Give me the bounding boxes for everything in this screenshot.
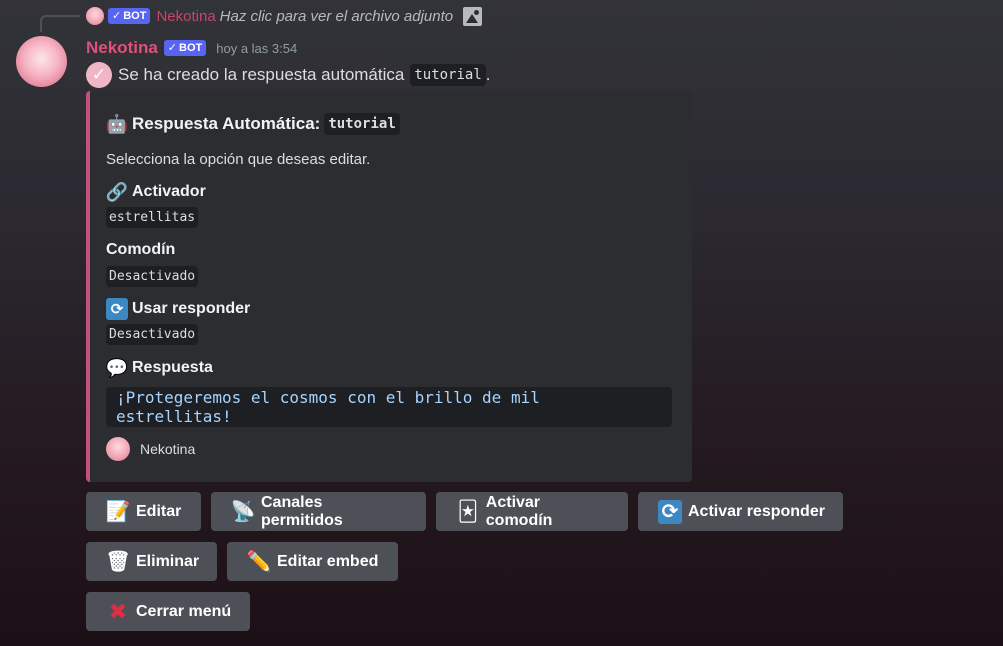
- repeat-icon: ⟳: [106, 298, 128, 320]
- response-code-block: ¡Protegeremos el cosmos con el brillo de…: [106, 387, 672, 427]
- reply-text[interactable]: Haz clic para ver el archivo adjunto: [220, 8, 453, 25]
- satellite-antenna-icon: 📡: [230, 500, 256, 523]
- field-value-activador: estrellitas: [106, 207, 199, 228]
- button-label: Eliminar: [136, 552, 200, 570]
- memo-icon: 📝: [105, 500, 131, 523]
- button-label: Activar responder: [688, 502, 825, 520]
- reply-bot-tag: ✓ BOT: [108, 8, 151, 24]
- message-code: tutorial: [410, 64, 486, 86]
- author-name[interactable]: Nekotina: [86, 38, 158, 58]
- reply-author[interactable]: Nekotina: [156, 8, 215, 25]
- author-avatar[interactable]: [16, 36, 67, 87]
- reply-avatar[interactable]: [86, 7, 104, 25]
- button-label: Editar embed: [277, 552, 379, 570]
- bot-tag-label: BOT: [179, 42, 203, 54]
- image-icon: [463, 6, 483, 26]
- field-value-comodin: Desactivado: [106, 266, 199, 287]
- footer-text: Nekotina: [140, 441, 196, 457]
- delete-button[interactable]: 🗑 Eliminar: [86, 542, 217, 581]
- activate-wildcard-button[interactable]: 🃏 Activar comodín: [436, 492, 628, 531]
- field-name-respuesta: 💬 Respuesta: [106, 357, 213, 379]
- wastebasket-icon: 🗑: [105, 550, 131, 573]
- embed-footer: Nekotina: [106, 437, 195, 461]
- embed: 🤖 Respuesta Automática: tutorial Selecci…: [86, 91, 692, 482]
- verified-check-icon: ✓: [167, 42, 178, 54]
- activate-reply-button[interactable]: ⟳ Activar responder: [638, 492, 843, 531]
- field-label: Usar responder: [132, 300, 251, 317]
- embed-title-text: Respuesta Automática:: [132, 114, 321, 133]
- message-header: Nekotina ✓ BOT hoy a las 3:54: [86, 37, 297, 59]
- reply-connector: [40, 15, 80, 32]
- repeat-icon: ⟳: [658, 499, 682, 524]
- embed-description: Selecciona la opción que deseas editar.: [106, 151, 371, 168]
- reply-reference[interactable]: ✓ BOT Nekotina Haz clic para ver el archi…: [86, 6, 483, 26]
- allowed-channels-button[interactable]: 📡 Canales permitidos: [211, 492, 426, 531]
- field-label: Activador: [132, 183, 206, 200]
- button-label: Activar comodín: [485, 493, 553, 529]
- reply-bot-tag-label: BOT: [123, 10, 147, 22]
- check-mark-icon: ✓: [86, 62, 112, 88]
- field-value-code: Desactivado: [106, 324, 199, 345]
- field-value-code: Desactivado: [106, 266, 199, 287]
- field-value-code: estrellitas: [106, 207, 199, 228]
- link-icon: 🔗: [105, 182, 129, 202]
- edit-embed-button[interactable]: ✏️ Editar embed: [227, 542, 398, 581]
- joker-card-icon: 🃏: [457, 500, 479, 523]
- embed-title-code: tutorial: [324, 113, 400, 135]
- message-text: Se ha creado la respuesta automática: [118, 65, 405, 84]
- close-menu-button[interactable]: ✖ Cerrar menú: [86, 592, 250, 631]
- field-name-activador: 🔗 Activador: [106, 181, 206, 203]
- message-content: ✓ Se ha creado la respuesta automática t…: [86, 62, 491, 88]
- edit-button[interactable]: 📝 Editar: [86, 492, 201, 531]
- button-label: Editar: [136, 502, 182, 520]
- field-label: Respuesta: [132, 359, 213, 376]
- field-label: Comodín: [106, 241, 176, 258]
- speech-bubble-icon: 💬: [105, 358, 129, 378]
- message-timestamp[interactable]: hoy a las 3:54: [216, 41, 297, 56]
- cross-mark-icon: ✖: [108, 598, 128, 624]
- robot-icon: 🤖: [105, 114, 129, 134]
- button-label: Cerrar menú: [136, 602, 232, 620]
- field-value-usar-responder: Desactivado: [106, 324, 199, 345]
- verified-check-icon: ✓: [112, 10, 122, 22]
- pencil-icon: ✏️: [246, 550, 272, 573]
- embed-title: 🤖 Respuesta Automática: tutorial: [106, 113, 400, 135]
- bot-tag: ✓ BOT: [163, 40, 207, 56]
- field-name-comodin: Comodín: [106, 241, 175, 259]
- message-text-end: .: [485, 65, 491, 84]
- field-name-usar-responder: ⟳ Usar responder: [106, 298, 250, 320]
- footer-avatar: [106, 437, 130, 461]
- button-label: Canales permitidos: [261, 493, 343, 529]
